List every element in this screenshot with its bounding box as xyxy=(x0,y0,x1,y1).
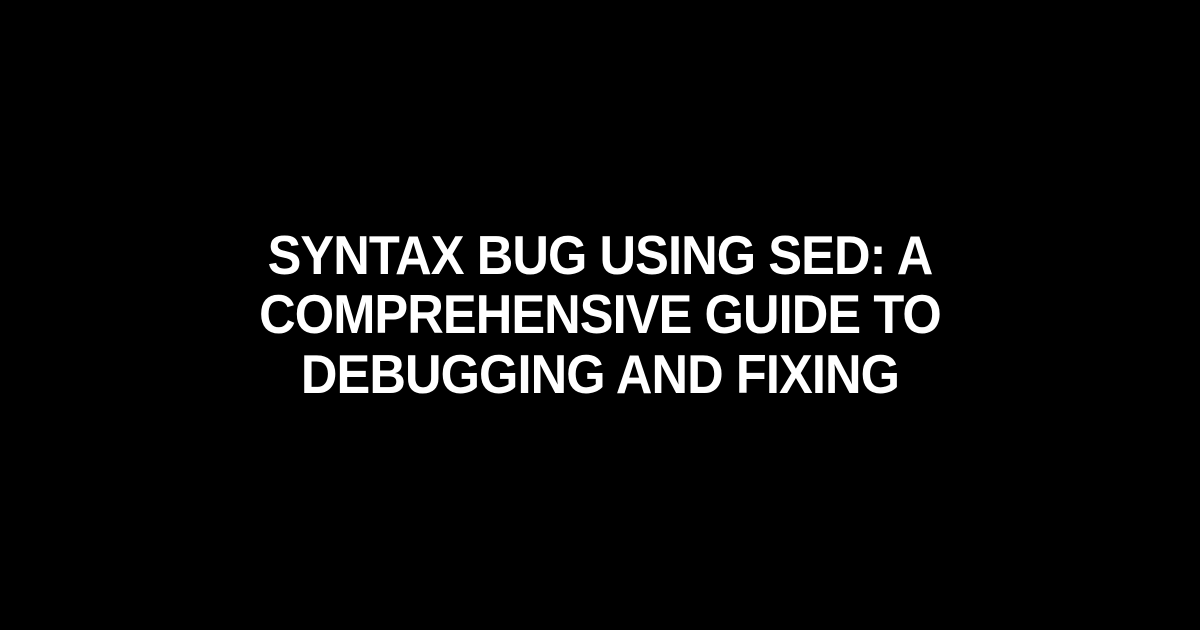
title-container: Syntax Bug using sed: A Comprehensive Gu… xyxy=(0,226,1200,404)
page-title: Syntax Bug using sed: A Comprehensive Gu… xyxy=(122,226,1079,404)
